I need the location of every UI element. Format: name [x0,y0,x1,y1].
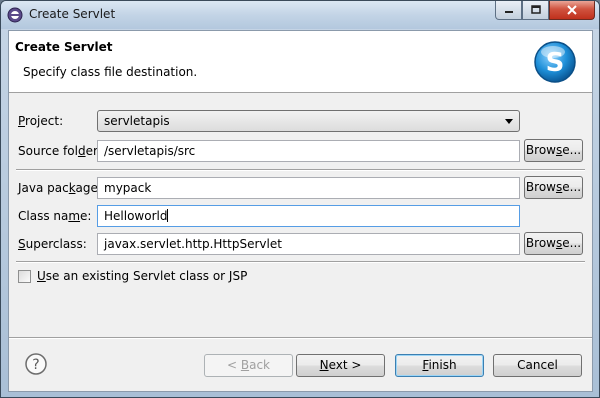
title-bar[interactable]: Create Servlet [1,1,599,29]
class-name-label: Class name: [18,209,92,223]
svg-text:?: ? [32,357,39,373]
eclipse-app-icon [7,7,23,23]
superclass-label: Superclass: [18,237,87,251]
project-label: Project: [18,114,64,128]
finish-button[interactable]: Finish [395,354,484,377]
class-name-field[interactable]: Helloworld [97,205,520,227]
source-folder-field[interactable]: /servletapis/src [97,140,520,162]
close-button[interactable] [549,1,595,20]
source-folder-label: Source folder: [18,144,102,158]
servlet-logo-icon: S [534,41,576,83]
source-folder-browse-button[interactable]: Browse... [524,139,583,162]
maximize-icon [530,5,541,14]
java-package-browse-button[interactable]: Browse... [524,176,583,199]
superclass-browse-button[interactable]: Browse... [524,232,583,255]
window-controls [495,1,595,21]
separator [16,261,585,263]
use-existing-servlet-label: Use an existing Servlet class or JSP [37,269,248,283]
chevron-down-icon [505,119,513,124]
class-name-value: Helloworld [104,209,168,223]
help-icon[interactable]: ? [25,353,47,375]
page-description: Specify class file destination. [23,65,198,79]
minimize-button[interactable] [495,1,522,20]
svg-text:S: S [546,48,565,78]
project-select-value: servletapis [104,114,170,128]
next-button[interactable]: Next > [296,354,385,377]
text-caret [167,209,169,222]
superclass-field[interactable]: javax.servlet.http.HttpServlet [97,233,520,255]
use-existing-servlet-option[interactable]: Use an existing Servlet class or JSP [18,269,247,283]
back-button[interactable]: < Back [204,354,293,377]
java-package-label: Java package: [18,181,102,195]
project-select[interactable]: servletapis [97,110,520,132]
footer-separator [9,337,592,339]
page-title: Create Servlet [15,40,113,54]
maximize-button[interactable] [522,1,549,20]
wizard-header: Create Servlet Specify class file destin… [9,31,592,93]
create-servlet-dialog: Create Servlet Create Servlet Specify cl… [0,0,600,398]
java-package-field[interactable]: mypack [97,177,520,199]
dialog-content: Create Servlet Specify class file destin… [8,30,593,392]
cancel-button[interactable]: Cancel [493,354,582,377]
close-icon [567,5,577,15]
window-title: Create Servlet [29,7,116,21]
separator [16,169,585,171]
minimize-icon [504,11,513,13]
use-existing-servlet-checkbox[interactable] [18,269,31,283]
